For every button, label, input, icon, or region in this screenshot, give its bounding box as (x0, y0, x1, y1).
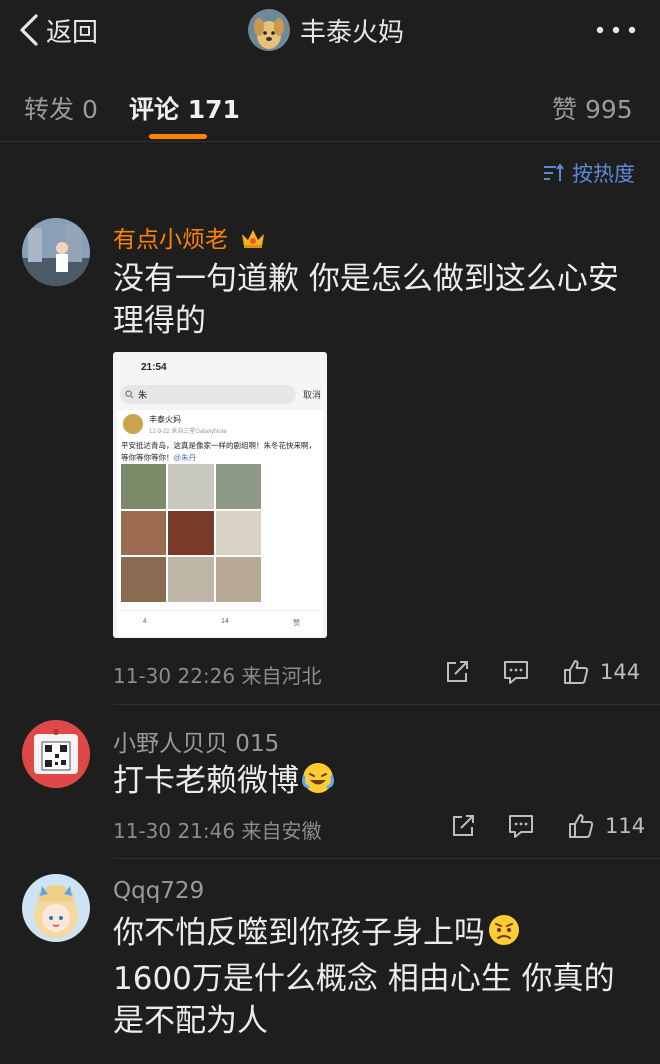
reply-button[interactable] (502, 658, 530, 686)
comment-location: 来自安徽 (241, 819, 322, 843)
tab-comments-label: 评论 (129, 95, 180, 124)
comment-time: 11-30 21:46 (113, 819, 236, 843)
embedded-comment-count: 14 (221, 618, 229, 625)
thumbs-up-icon (564, 660, 589, 684)
search-icon (125, 390, 134, 399)
embedded-post-card: 丰泰火妈 12-9-22 来自三星GalaxyNote 平安抵达青岛，这真是像家… (117, 410, 323, 636)
embedded-repost-count: 4 (143, 618, 147, 625)
comment-meta: 11-30 21:46 来自安徽 (113, 815, 321, 844)
embedded-post-text: 平安抵达青岛，这真是像家一样的剧组啊！朱冬花快来啊，等你等你等你！@朱丹 (121, 441, 316, 462)
comment-meta: 11-30 22:26 来自河北 (113, 660, 321, 689)
sort-label: 按热度 (572, 162, 635, 186)
divider (113, 704, 660, 705)
photo-thumb (121, 510, 167, 556)
embedded-time: 21:54 (141, 362, 167, 373)
page-title: 丰泰火妈 (300, 17, 405, 48)
back-button[interactable]: 返回 (18, 8, 98, 52)
comment-location: 来自河北 (241, 664, 322, 688)
active-tab-indicator (149, 134, 207, 139)
share-button[interactable] (449, 812, 477, 840)
page-title-group[interactable]: 丰泰火妈 (248, 8, 404, 52)
tab-repost-label: 转发 (24, 95, 75, 124)
crying-laughing-emoji-icon (301, 761, 335, 806)
photo-thumb (215, 464, 261, 509)
embedded-search-query: 朱 (138, 390, 148, 400)
tab-likes-count: 995 (584, 95, 633, 124)
comment-icon (504, 661, 528, 684)
embedded-cancel: 取消 (303, 390, 322, 400)
worried-emoji-icon (487, 913, 521, 958)
share-button[interactable] (443, 658, 471, 686)
chevron-left-icon (20, 14, 38, 46)
user-avatar[interactable] (22, 874, 90, 942)
comment-text: 没有一句道歉 你是怎么做到这么心安理得的 (113, 261, 619, 339)
tab-likes[interactable]: 赞 995 (552, 90, 633, 126)
embedded-search-bar: 朱 (120, 385, 296, 404)
embedded-avatar (123, 414, 143, 434)
comment-image[interactable]: 21:54 朱 取消 丰泰火妈 12-9-22 来自三星GalaxyNote 平… (113, 352, 327, 638)
username[interactable]: Qqq729 (113, 878, 204, 904)
comment-text: 你不怕反噬到你孩子身上吗 1600万是什么概念 相由心生 你真的是不配为人 (113, 912, 643, 1042)
embedded-photo-grid (121, 464, 261, 602)
more-dots-icon (596, 26, 636, 34)
sort-icon (544, 163, 564, 181)
like-count: 114 (605, 814, 646, 838)
username[interactable]: 有点小烦老 (113, 220, 267, 256)
photo-thumb (168, 464, 214, 509)
top-nav-bar: 返回 丰泰火妈 (0, 0, 660, 62)
photo-thumb (168, 557, 214, 602)
comment-time: 11-30 22:26 (113, 664, 236, 688)
more-options-button[interactable] (592, 14, 640, 46)
embedded-date: 12-9-22 来自三星GalaxyNote (149, 429, 227, 435)
like-button[interactable]: 114 (567, 812, 645, 840)
reply-button[interactable] (507, 812, 535, 840)
embedded-like-label: 赞 (293, 620, 300, 627)
embedded-author: 丰泰火妈 (149, 415, 181, 424)
tab-comments-count: 171 (187, 95, 240, 124)
user-avatar[interactable] (22, 218, 90, 286)
photo-thumb (121, 464, 167, 509)
photo-thumb (168, 510, 214, 556)
comment-text: 打卡老赖微博 (113, 760, 643, 806)
user-avatar[interactable] (22, 720, 90, 788)
back-label: 返回 (46, 17, 99, 48)
tab-likes-label: 赞 (552, 95, 578, 124)
tab-repost[interactable]: 转发 0 (24, 90, 98, 126)
photo-thumb (215, 510, 261, 556)
like-count: 144 (600, 660, 641, 684)
tab-comments[interactable]: 评论 171 (129, 90, 240, 126)
photo-thumb (121, 557, 167, 602)
vip-crown-icon (239, 226, 267, 256)
like-button[interactable]: 144 (562, 658, 640, 686)
thumbs-up-icon (569, 814, 594, 838)
tab-repost-count: 0 (81, 95, 98, 124)
photo-thumb (215, 557, 261, 602)
sort-by-hot-button[interactable]: 按热度 (542, 158, 635, 188)
comment-text-line2: 1600万是什么概念 相由心生 你真的是不配为人 (113, 961, 615, 1039)
author-avatar[interactable] (248, 9, 290, 51)
username[interactable]: 小野人贝贝 015 (113, 724, 279, 758)
share-icon (447, 661, 468, 682)
share-icon (453, 815, 474, 836)
embedded-action-bar: 4 14 赞 (117, 610, 323, 634)
tab-bar: 转发 0 评论 171 赞 995 (0, 68, 660, 142)
divider (113, 858, 660, 859)
comment-icon (509, 815, 533, 838)
